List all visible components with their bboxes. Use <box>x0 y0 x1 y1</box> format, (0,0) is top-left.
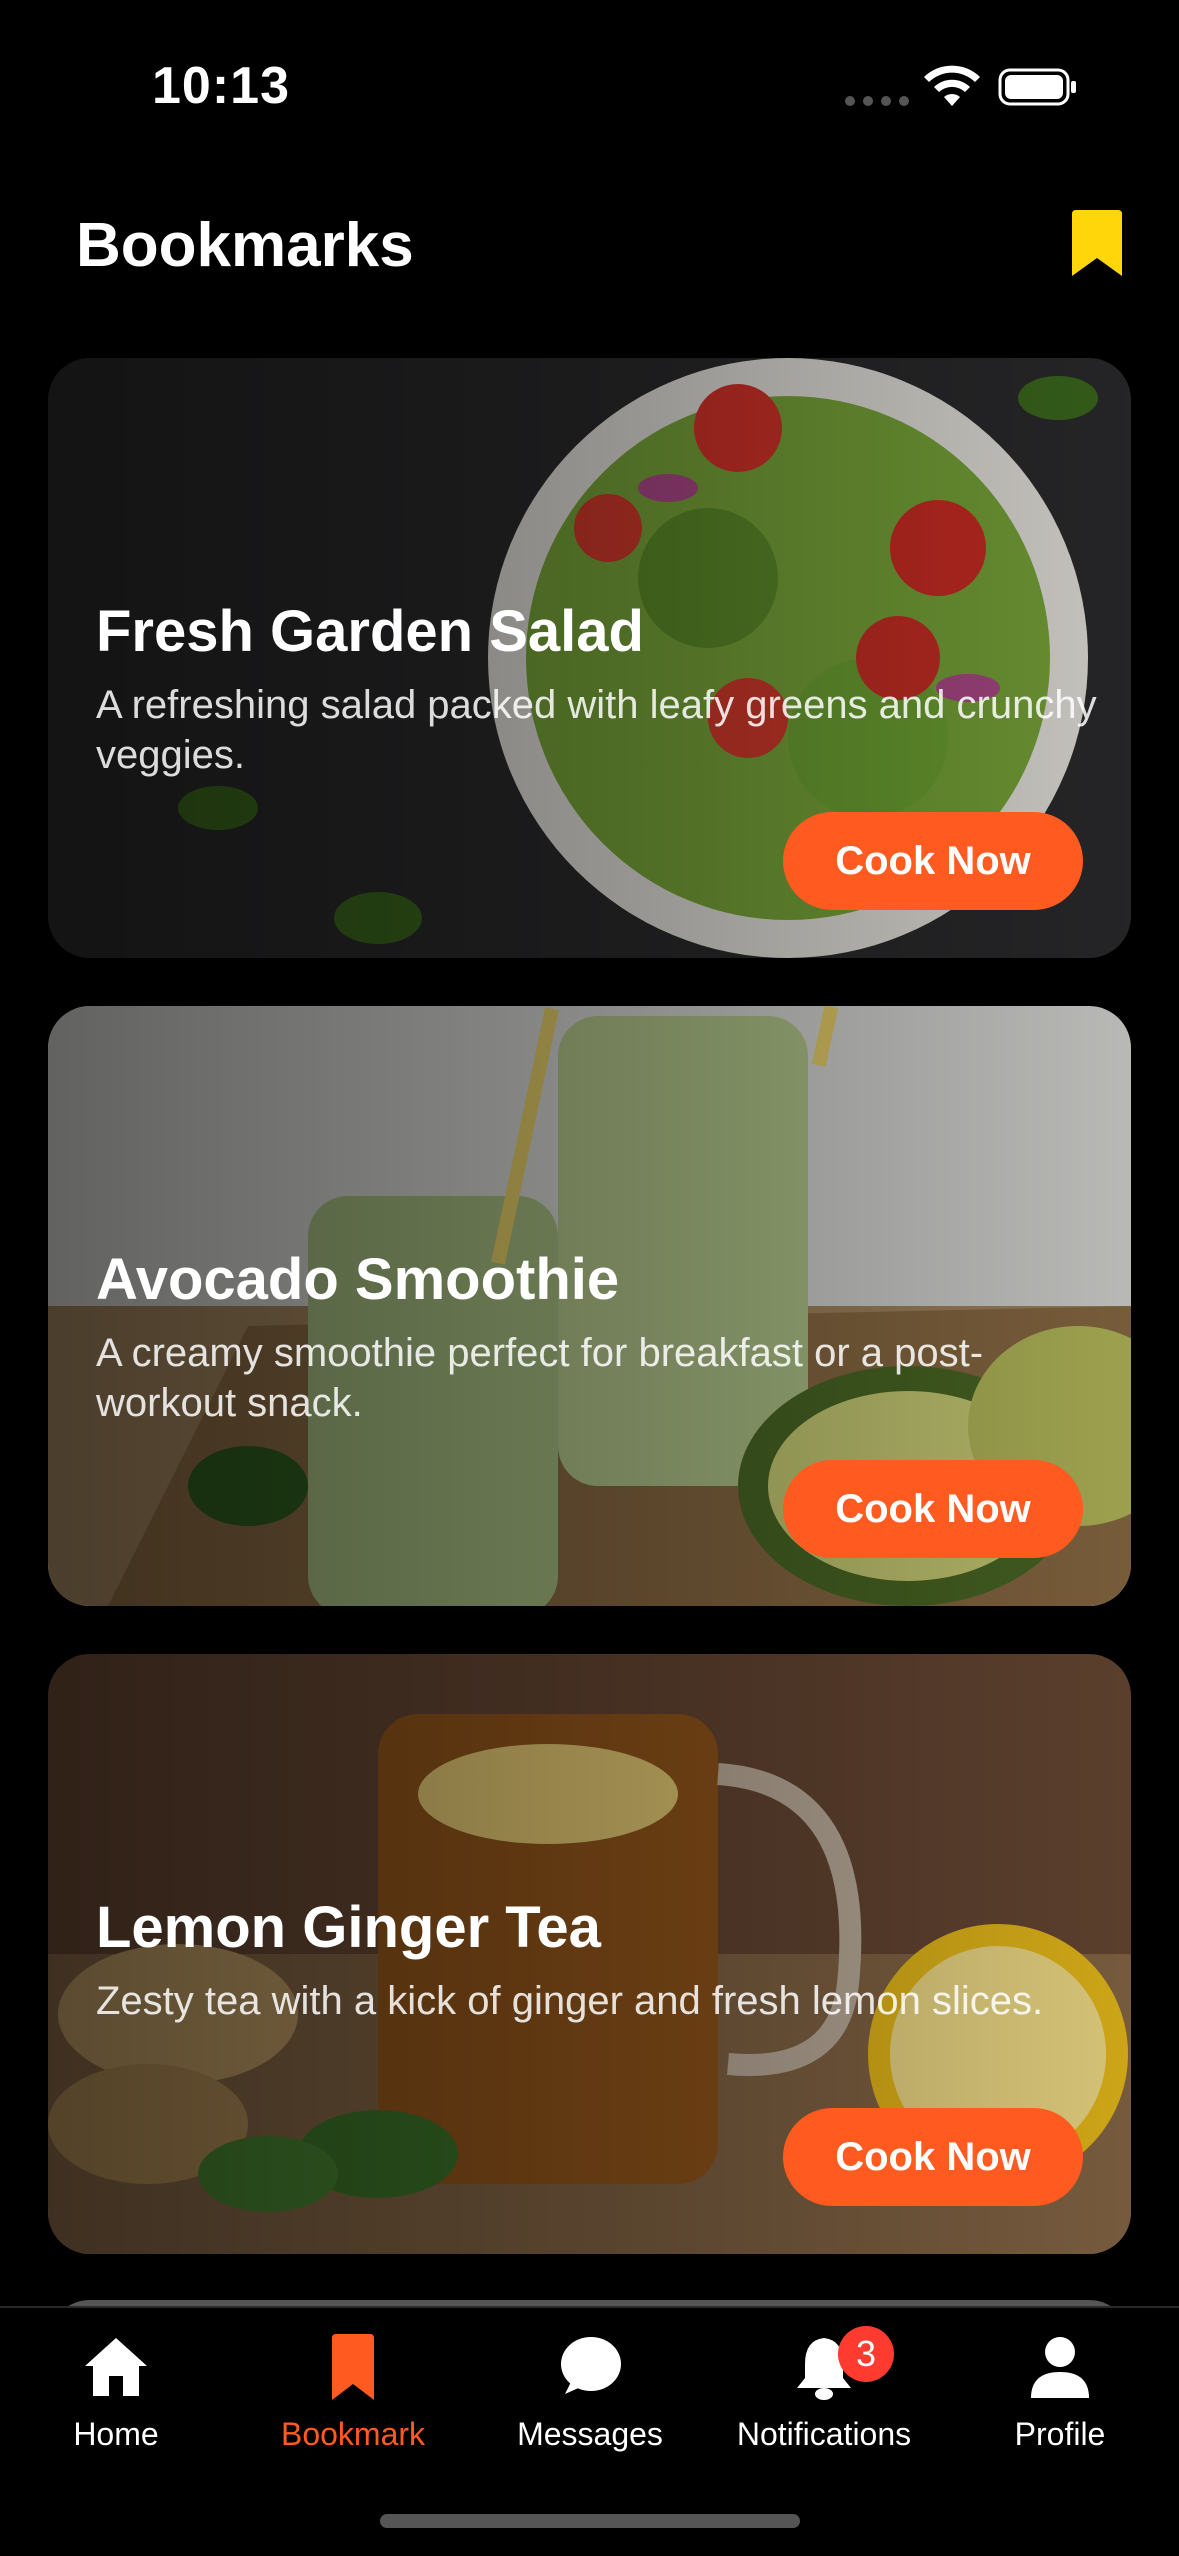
cook-now-button[interactable]: Cook Now <box>783 812 1083 910</box>
tab-label: Home <box>73 2416 159 2452</box>
recipe-card[interactable]: Fresh Garden Salad A refreshing salad pa… <box>48 358 1131 958</box>
bookmark-icon <box>332 2334 374 2400</box>
status-time: 10:13 <box>152 57 290 115</box>
cook-now-button[interactable]: Cook Now <box>783 2108 1083 2206</box>
recipe-card[interactable]: Lemon Ginger Tea Zesty tea with a kick o… <box>48 1654 1131 2254</box>
page-title: Bookmarks <box>76 211 414 280</box>
card-title: Fresh Garden Salad <box>96 599 644 664</box>
card-description: A creamy smoothie perfect for breakfast … <box>96 1331 984 1425</box>
tab-label: Bookmark <box>280 2416 426 2452</box>
status-bar: 10:13 <box>0 0 1179 170</box>
chat-bubble-icon <box>561 2337 621 2394</box>
tab-bookmark[interactable]: Bookmark <box>243 2332 463 2462</box>
header: Bookmarks <box>0 200 1179 300</box>
tab-label: Notifications <box>736 2416 912 2452</box>
cook-now-button[interactable]: Cook Now <box>783 1460 1083 1558</box>
tab-notifications[interactable]: 3 Notifications <box>714 2326 934 2462</box>
cellular-signal-icon <box>845 96 909 106</box>
recipe-card[interactable]: Avocado Smoothie A creamy smoothie perfe… <box>48 1006 1131 1606</box>
wifi-icon <box>924 65 980 106</box>
card-description: A refreshing salad packed with leafy gre… <box>96 683 1097 777</box>
tab-messages[interactable]: Messages <box>480 2332 700 2462</box>
tab-profile[interactable]: Profile <box>950 2332 1170 2462</box>
battery-icon <box>998 68 1076 106</box>
tab-home[interactable]: Home <box>6 2332 226 2462</box>
notification-badge: 3 <box>838 2326 894 2382</box>
tab-label: Profile <box>1014 2416 1106 2452</box>
card-title: Avocado Smoothie <box>96 1247 620 1312</box>
card-description: Zesty tea with a kick of ginger and fres… <box>96 1979 1044 2023</box>
home-indicator <box>380 2514 800 2528</box>
tab-label: Messages <box>517 2416 663 2452</box>
home-icon <box>85 2338 147 2396</box>
card-title: Lemon Ginger Tea <box>96 1895 601 1960</box>
person-icon <box>1031 2337 1089 2398</box>
bookmark-icon[interactable] <box>1072 210 1122 276</box>
